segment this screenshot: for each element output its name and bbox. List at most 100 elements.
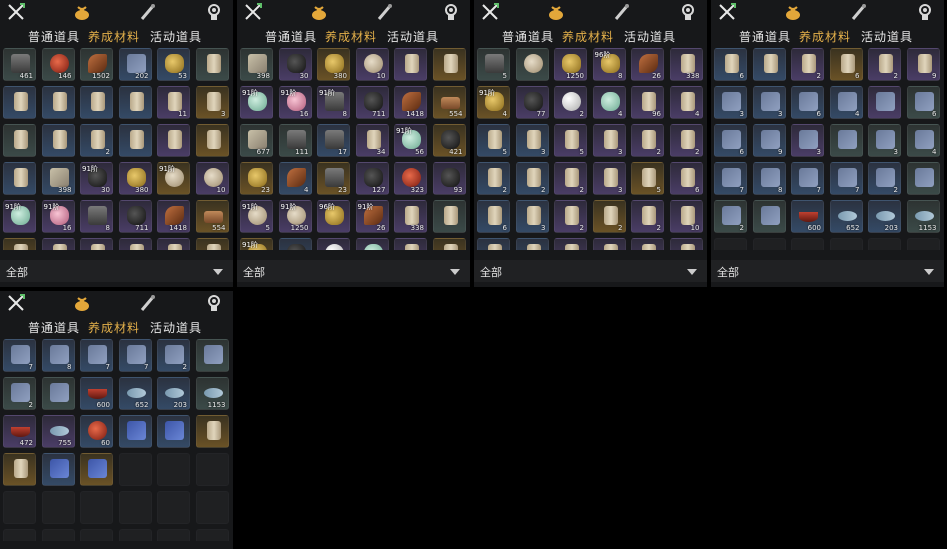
item-slot[interactable]: 1418	[157, 200, 190, 233]
item-slot[interactable]	[3, 86, 36, 119]
item-slot[interactable]	[80, 86, 113, 119]
empty-slot[interactable]	[714, 238, 747, 250]
item-slot[interactable]	[515, 48, 549, 81]
tab-normal-items[interactable]: 普通道具	[28, 28, 80, 45]
item-slot[interactable]: 7	[80, 339, 113, 372]
item-slot[interactable]	[432, 48, 466, 81]
medal-icon[interactable]	[915, 2, 935, 22]
item-slot[interactable]: 6	[791, 86, 824, 119]
money-bag-icon[interactable]	[72, 293, 92, 313]
item-slot[interactable]: 2	[554, 200, 587, 233]
item-slot[interactable]: 2	[554, 162, 587, 195]
item-slot[interactable]: 91阶 26	[355, 200, 389, 233]
item-slot[interactable]: 2	[3, 377, 36, 410]
item-slot[interactable]	[394, 48, 427, 81]
empty-slot[interactable]	[118, 491, 152, 524]
empty-slot[interactable]	[3, 491, 36, 524]
item-slot[interactable]	[118, 86, 152, 119]
item-slot[interactable]	[3, 238, 36, 250]
item-slot[interactable]	[195, 48, 229, 81]
empty-slot[interactable]	[157, 529, 190, 541]
empty-slot[interactable]	[195, 453, 229, 486]
empty-slot[interactable]	[157, 491, 190, 524]
item-slot[interactable]: 10	[355, 48, 389, 81]
brush-icon[interactable]	[138, 2, 158, 22]
item-slot[interactable]	[278, 238, 312, 250]
empty-slot[interactable]	[195, 529, 229, 541]
item-slot[interactable]: 2	[669, 124, 703, 157]
item-slot[interactable]: 2	[592, 200, 626, 233]
empty-slot[interactable]	[791, 238, 824, 250]
item-slot[interactable]: 755	[41, 415, 75, 448]
filter-dropdown[interactable]: 全部	[474, 260, 707, 282]
item-slot[interactable]: 4	[906, 124, 940, 157]
item-slot[interactable]: 96阶	[317, 200, 350, 233]
item-slot[interactable]: 4	[592, 86, 626, 119]
item-slot[interactable]: 2	[791, 48, 824, 81]
item-slot[interactable]	[80, 238, 113, 250]
item-slot[interactable]: 203	[868, 200, 901, 233]
item-slot[interactable]: 2	[157, 339, 190, 372]
item-slot[interactable]	[157, 415, 190, 448]
empty-slot[interactable]	[906, 238, 940, 250]
item-slot[interactable]: 2	[714, 200, 747, 233]
empty-slot[interactable]	[195, 491, 229, 524]
crossed-swords-icon[interactable]	[717, 2, 737, 22]
item-slot[interactable]: 146	[41, 48, 75, 81]
item-slot[interactable]: 398	[41, 162, 75, 195]
item-slot[interactable]: 9	[752, 124, 786, 157]
tab-event-items[interactable]: 活动道具	[387, 28, 439, 45]
item-slot[interactable]: 3	[515, 200, 549, 233]
item-slot[interactable]: 2	[868, 48, 901, 81]
money-bag-icon[interactable]	[72, 2, 92, 22]
tab-normal-items[interactable]: 普通道具	[502, 28, 554, 45]
item-slot[interactable]: 1153	[195, 377, 229, 410]
item-slot[interactable]	[631, 238, 664, 250]
item-slot[interactable]: 1418	[394, 86, 427, 119]
item-slot[interactable]	[41, 124, 75, 157]
item-slot[interactable]: 652	[829, 200, 863, 233]
empty-slot[interactable]	[118, 529, 152, 541]
item-slot[interactable]: 2	[515, 162, 549, 195]
item-slot[interactable]: 472	[3, 415, 36, 448]
item-slot[interactable]: 2	[554, 86, 587, 119]
tab-growth-materials[interactable]: 养成材料	[88, 28, 140, 45]
item-slot[interactable]: 91阶	[157, 162, 190, 195]
item-slot[interactable]: 93	[432, 162, 466, 195]
item-slot[interactable]	[752, 200, 786, 233]
item-slot[interactable]: 127	[355, 162, 389, 195]
item-slot[interactable]	[41, 453, 75, 486]
item-slot[interactable]: 5	[631, 162, 664, 195]
item-slot[interactable]: 380	[118, 162, 152, 195]
item-slot[interactable]	[432, 238, 466, 250]
empty-slot[interactable]	[829, 238, 863, 250]
item-slot[interactable]: 77	[515, 86, 549, 119]
tab-event-items[interactable]: 活动道具	[861, 28, 913, 45]
item-slot[interactable]: 3	[752, 86, 786, 119]
item-slot[interactable]: 10	[669, 200, 703, 233]
item-slot[interactable]	[118, 124, 152, 157]
item-slot[interactable]	[195, 124, 229, 157]
item-slot[interactable]	[80, 453, 113, 486]
brush-icon[interactable]	[849, 2, 869, 22]
item-slot[interactable]: 1250	[554, 48, 587, 81]
empty-slot[interactable]	[868, 238, 901, 250]
tab-event-items[interactable]: 活动道具	[624, 28, 676, 45]
item-slot[interactable]: 23	[240, 162, 273, 195]
empty-slot[interactable]	[80, 491, 113, 524]
crossed-swords-icon[interactable]	[243, 2, 263, 22]
item-slot[interactable]: 711	[118, 200, 152, 233]
item-slot[interactable]: 202	[118, 48, 152, 81]
tab-normal-items[interactable]: 普通道具	[739, 28, 791, 45]
item-slot[interactable]: 3	[515, 124, 549, 157]
item-slot[interactable]: 5	[477, 124, 510, 157]
item-slot[interactable]: 554	[195, 200, 229, 233]
item-slot[interactable]	[554, 238, 587, 250]
item-slot[interactable]: 7	[118, 339, 152, 372]
item-slot[interactable]	[157, 124, 190, 157]
item-slot[interactable]: 34	[355, 124, 389, 157]
money-bag-icon[interactable]	[783, 2, 803, 22]
item-slot[interactable]: 26	[631, 48, 664, 81]
item-slot[interactable]: 6	[669, 162, 703, 195]
item-slot[interactable]	[3, 124, 36, 157]
